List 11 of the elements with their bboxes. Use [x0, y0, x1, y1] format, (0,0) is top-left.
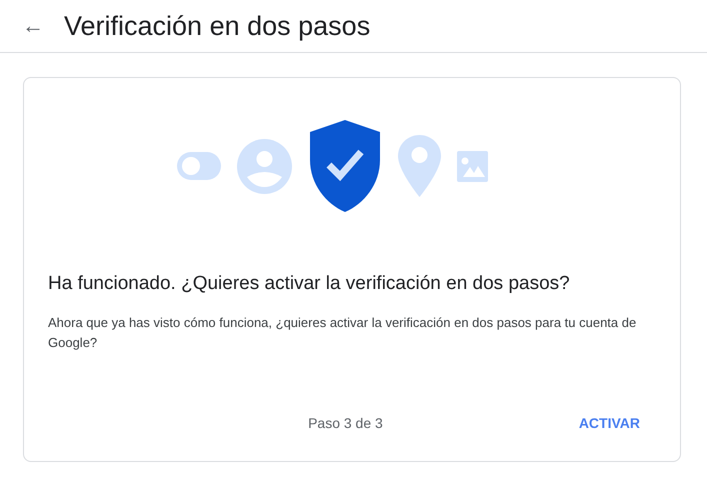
- location-pin-icon: [398, 135, 440, 197]
- image-icon: [456, 150, 488, 182]
- toggle-icon: [176, 152, 220, 180]
- activate-button[interactable]: ACTIVAR: [576, 411, 642, 435]
- step-indicator: Paso 3 de 3: [308, 415, 383, 431]
- card-heading: Ha funcionado. ¿Quieres activar la verificación en dos pasos?: [48, 273, 571, 295]
- person-icon: [236, 138, 292, 194]
- shield-check-icon: [308, 120, 382, 212]
- card-description: Ahora que ya has visto cómo funciona, ¿quieres activar la verificación en dos pasos para tu cuenta de Google?: [48, 314, 638, 352]
- page-title: Verificación en dos pasos: [64, 10, 370, 42]
- back-button[interactable]: ←: [20, 15, 46, 37]
